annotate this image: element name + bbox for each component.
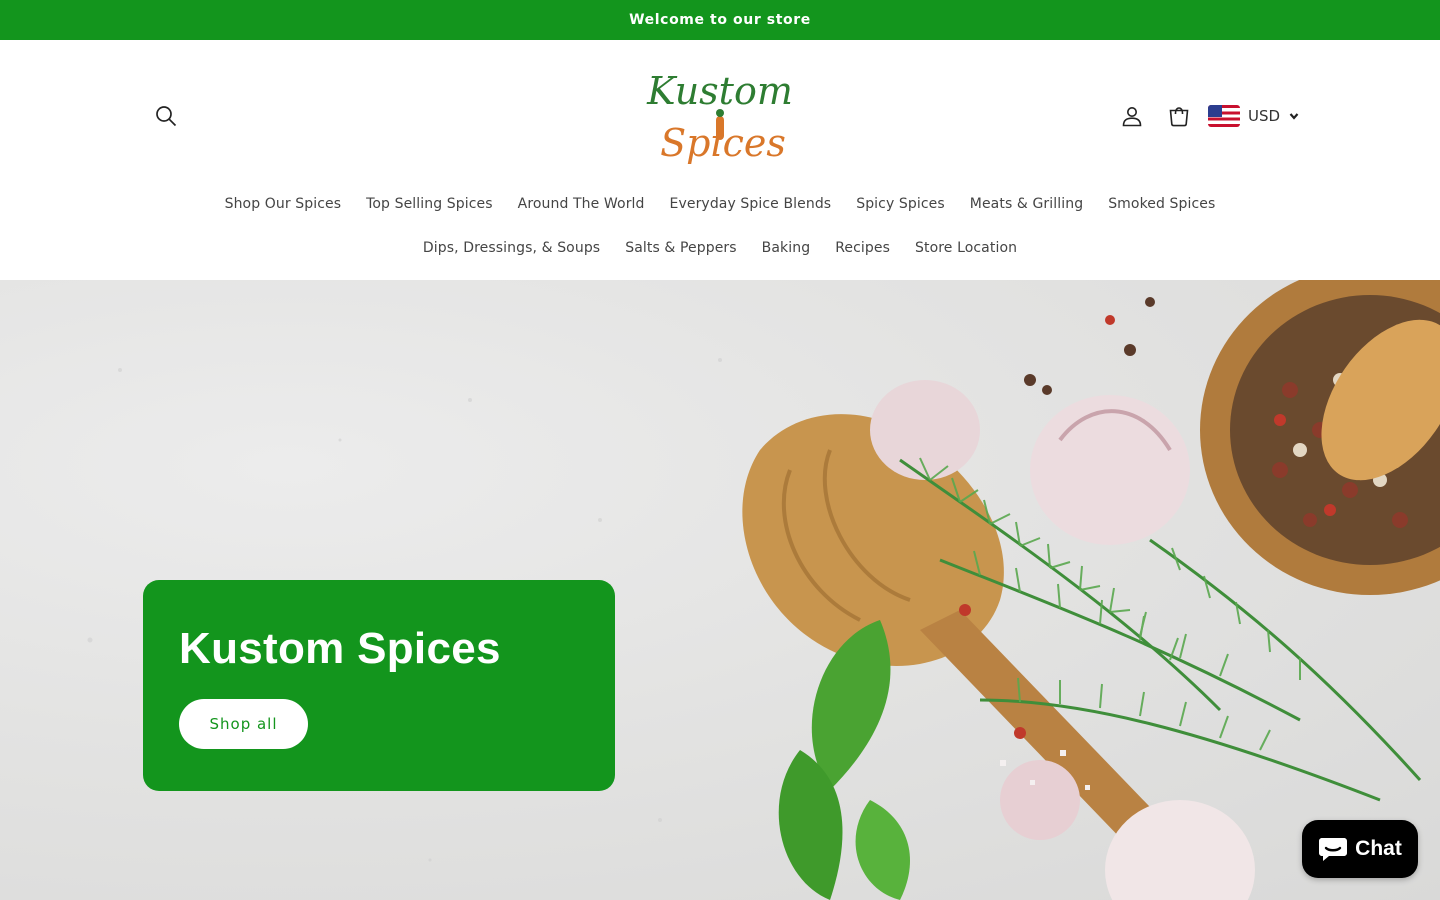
nav-top-selling-spices[interactable]: Top Selling Spices <box>354 192 506 216</box>
search-button[interactable] <box>150 100 182 132</box>
hero-card: Kustom Spices Shop all <box>143 580 615 791</box>
nav-store-location[interactable]: Store Location <box>903 236 1030 260</box>
nav-smoked-spices[interactable]: Smoked Spices <box>1096 192 1228 216</box>
hero-title: Kustom Spices <box>179 624 501 673</box>
nav-dips-dressings-soups[interactable]: Dips, Dressings, & Soups <box>410 236 612 260</box>
chat-bubble-icon <box>1319 838 1348 861</box>
main-nav-row-2: Dips, Dressings, & Soups Salts & Peppers… <box>0 236 1440 260</box>
announcement-bar: Welcome to our store <box>0 0 1440 40</box>
nav-salts-peppers[interactable]: Salts & Peppers <box>613 236 749 260</box>
announcement-text: Welcome to our store <box>629 12 811 28</box>
nav-spicy-spices[interactable]: Spicy Spices <box>844 192 958 216</box>
svg-text:Kustom: Kustom <box>646 69 793 113</box>
us-flag-icon <box>1208 105 1240 127</box>
chat-label: Chat <box>1355 837 1402 860</box>
nav-shop-our-spices[interactable]: Shop Our Spices <box>212 192 354 216</box>
hero-banner: Kustom Spices Shop all <box>0 280 1440 900</box>
account-button[interactable] <box>1116 100 1148 132</box>
search-icon <box>156 106 177 127</box>
nav-around-the-world[interactable]: Around The World <box>505 192 657 216</box>
chevron-down-icon <box>1289 113 1299 120</box>
nav-recipes[interactable]: Recipes <box>823 236 903 260</box>
chat-button[interactable]: Chat <box>1302 820 1418 878</box>
nav-meats-grilling[interactable]: Meats & Grilling <box>957 192 1095 216</box>
kustom-spices-logo[interactable]: Kustom Spices <box>645 64 795 168</box>
site-header: Kustom Spices USD Shop Our Spices Top Se… <box>0 40 1440 280</box>
shop-all-button[interactable]: Shop all <box>179 699 308 749</box>
cart-icon <box>1169 107 1189 127</box>
cart-button[interactable] <box>1162 100 1196 132</box>
main-nav-row-1: Shop Our Spices Top Selling Spices Aroun… <box>0 192 1440 216</box>
currency-code: USD <box>1248 107 1281 125</box>
account-icon <box>1122 107 1142 127</box>
nav-baking[interactable]: Baking <box>749 236 823 260</box>
nav-everyday-spice-blends[interactable]: Everyday Spice Blends <box>657 192 844 216</box>
currency-selector[interactable]: USD <box>1208 102 1300 130</box>
